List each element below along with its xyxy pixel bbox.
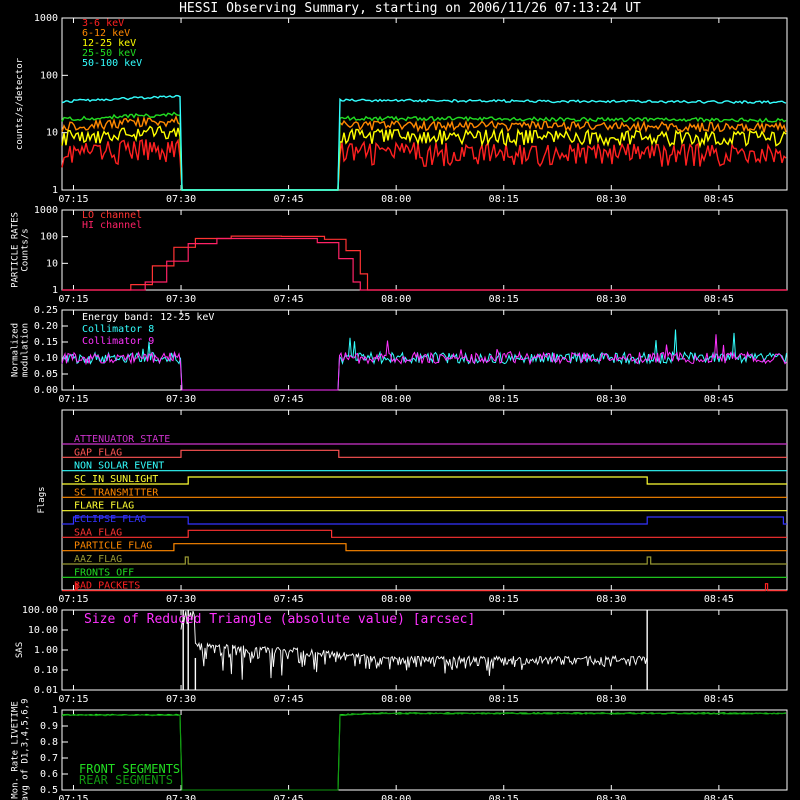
x-tick-label: 07:15 <box>58 694 88 705</box>
y-tick-label: 0.10 <box>34 353 58 364</box>
legend-entry: Collimator 8 <box>82 324 154 335</box>
flag-label: SAA FLAG <box>74 527 122 538</box>
sas-annotation: Size of Reduced Triangle (absolute value… <box>84 612 475 627</box>
flag-label: SC IN SUNLIGHT <box>74 474 158 485</box>
y-tick-label: 1.00 <box>34 645 58 656</box>
legend-entry: 50-100 keV <box>82 58 142 69</box>
y-tick-label: 0.15 <box>34 337 58 348</box>
x-tick-label: 08:00 <box>381 294 411 305</box>
x-tick-label: 08:30 <box>596 694 626 705</box>
x-tick-label: 08:45 <box>704 394 734 405</box>
x-tick-label: 07:45 <box>274 594 304 605</box>
y-axis-label: Normalizedmodulation <box>11 323 31 377</box>
y-tick-label: 1000 <box>34 205 58 216</box>
y-tick-label: 0.7 <box>40 753 58 764</box>
y-tick-label: 1 <box>52 705 58 716</box>
x-tick-label: 07:45 <box>274 294 304 305</box>
x-tick-label: 08:15 <box>489 294 519 305</box>
y-axis-label: Flags <box>37 486 47 513</box>
x-tick-label: 08:15 <box>489 794 519 800</box>
y-tick-label: 0.05 <box>34 369 58 380</box>
y-tick-label: 0.01 <box>34 685 58 696</box>
x-tick-label: 07:30 <box>166 594 196 605</box>
y-tick-label: 1 <box>52 285 58 296</box>
y-tick-label: 100 <box>40 70 58 81</box>
x-tick-label: 08:00 <box>381 694 411 705</box>
flag-label: PARTICLE FLAG <box>74 541 152 552</box>
y-tick-label: 0.6 <box>40 769 58 780</box>
x-tick-label: 08:45 <box>704 194 734 205</box>
flag-label: FRONTS OFF <box>74 567 134 578</box>
flag-label: NON SOLAR EVENT <box>74 461 164 472</box>
x-tick-label: 08:15 <box>489 594 519 605</box>
y-tick-label: 0.9 <box>40 721 58 732</box>
x-tick-label: 08:45 <box>704 694 734 705</box>
x-tick-label: 08:00 <box>381 194 411 205</box>
flag-label: AAZ FLAG <box>74 554 122 565</box>
x-tick-label: 07:30 <box>166 194 196 205</box>
y-tick-label: 0.00 <box>34 385 58 396</box>
legend-entry: HI channel <box>82 220 142 231</box>
x-tick-label: 07:45 <box>274 194 304 205</box>
x-tick-label: 08:30 <box>596 194 626 205</box>
x-tick-label: 07:45 <box>274 694 304 705</box>
x-tick-label: 08:30 <box>596 594 626 605</box>
y-axis-label: Mon. Rate LIVETIMEavg of D1,3,4,5,6,9 <box>11 699 31 800</box>
x-tick-label: 08:15 <box>489 694 519 705</box>
y-tick-label: 100 <box>40 232 58 243</box>
y-tick-label: 0.5 <box>40 785 58 796</box>
y-tick-label: 1000 <box>34 13 58 24</box>
x-tick-label: 08:00 <box>381 594 411 605</box>
x-tick-label: 07:45 <box>274 394 304 405</box>
y-tick-label: 0.25 <box>34 305 58 316</box>
y-axis-label: counts/s/detector <box>15 57 25 150</box>
flag-label: ATTENUATOR STATE <box>74 434 170 445</box>
y-tick-label: 0.10 <box>34 665 58 676</box>
legend-entry: Collimator 9 <box>82 336 154 347</box>
legend-entry: REAR SEGMENTS <box>79 773 173 787</box>
flag-label: ECLIPSE FLAG <box>74 514 146 525</box>
energy-band-annotation: Energy band: 12-25 keV <box>82 312 214 323</box>
x-tick-label: 08:30 <box>596 294 626 305</box>
x-tick-label: 07:15 <box>58 394 88 405</box>
x-tick-label: 07:45 <box>274 794 304 800</box>
x-tick-label: 08:00 <box>381 794 411 800</box>
figure-title: HESSI Observing Summary, starting on 200… <box>179 1 641 16</box>
x-tick-label: 07:30 <box>166 694 196 705</box>
x-tick-label: 07:15 <box>58 194 88 205</box>
y-tick-label: 100.00 <box>22 605 58 616</box>
x-tick-label: 07:30 <box>166 794 196 800</box>
y-tick-label: 10 <box>46 128 58 139</box>
x-tick-label: 07:30 <box>166 294 196 305</box>
x-tick-label: 08:45 <box>704 794 734 800</box>
y-tick-label: 10 <box>46 258 58 269</box>
x-tick-label: 08:45 <box>704 594 734 605</box>
flag-label: SC TRANSMITTER <box>74 487 159 498</box>
x-tick-label: 07:15 <box>58 294 88 305</box>
y-tick-label: 10.00 <box>28 625 58 636</box>
x-tick-label: 07:30 <box>166 394 196 405</box>
x-tick-label: 08:45 <box>704 294 734 305</box>
x-tick-label: 07:15 <box>58 594 88 605</box>
x-tick-label: 08:00 <box>381 394 411 405</box>
hessi-summary-figure: HESSI Observing Summary, starting on 200… <box>0 0 800 800</box>
x-tick-label: 08:15 <box>489 194 519 205</box>
y-tick-label: 0.20 <box>34 321 58 332</box>
x-tick-label: 08:15 <box>489 394 519 405</box>
x-tick-label: 07:15 <box>58 794 88 800</box>
y-tick-label: 0.8 <box>40 737 58 748</box>
flag-label: FLARE FLAG <box>74 501 134 512</box>
x-tick-label: 08:30 <box>596 794 626 800</box>
flag-label: GAP FLAG <box>74 447 122 458</box>
y-axis-label: SAS <box>15 642 25 658</box>
flag-label: BAD PACKETS <box>74 581 140 592</box>
x-tick-label: 08:30 <box>596 394 626 405</box>
y-tick-label: 1 <box>52 185 58 196</box>
